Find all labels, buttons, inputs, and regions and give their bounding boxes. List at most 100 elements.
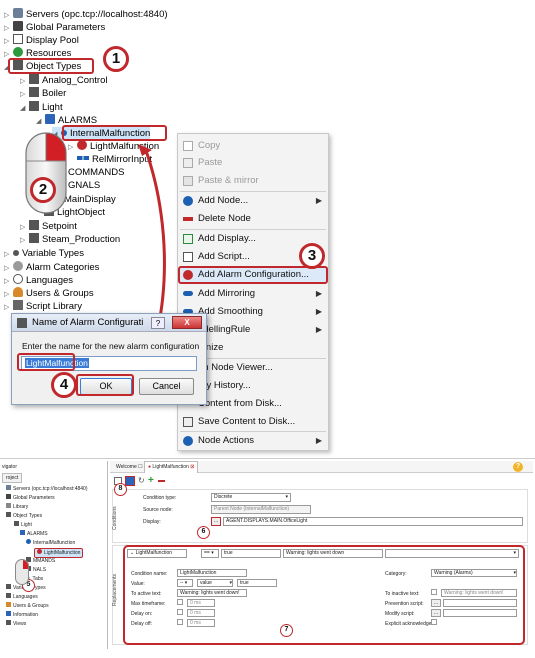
navigator-item[interactable]: NALS	[26, 566, 46, 574]
navigator-item-label: Users & Groups	[13, 603, 49, 609]
to-active-field[interactable]: Warning: lights went down!	[177, 589, 247, 597]
modify-script-field[interactable]	[443, 609, 517, 617]
tree-item-analog-control[interactable]: ▷ Analog_Control	[20, 74, 108, 87]
tree-item-light[interactable]: ◢ Light	[20, 101, 63, 114]
value-field[interactable]: true	[237, 579, 277, 587]
delay-off-field[interactable]: 0 ms	[187, 619, 215, 627]
help-icon[interactable]: ?	[513, 462, 523, 472]
navigator-item[interactable]: Light	[14, 521, 32, 529]
condition-name-field[interactable]: LightMalfunction	[177, 569, 247, 577]
tree-item-global-parameters[interactable]: ▷ Global Parameters	[4, 21, 105, 34]
max-timeframe-field[interactable]: 0 ms	[187, 599, 215, 607]
dialog-app-icon	[17, 318, 27, 328]
expand-arrow-icon[interactable]: ▷	[20, 88, 29, 101]
category-value: Warning (Alarms)	[434, 570, 473, 576]
step-badge-6: 6	[197, 526, 210, 539]
navigator-item[interactable]: Library	[6, 503, 28, 511]
tree-item-label: Light	[42, 102, 63, 113]
collapse-arrow-icon[interactable]: ◢	[20, 102, 29, 115]
navigator-item[interactable]: InternalMalfunction	[26, 539, 75, 547]
expand-arrow-icon[interactable]: ▷	[20, 234, 29, 247]
help-button[interactable]: ?	[151, 317, 165, 329]
parameters-icon	[13, 21, 23, 31]
row-value-field[interactable]: true	[221, 549, 281, 558]
navigator-item[interactable]: Views	[6, 620, 26, 628]
close-icon[interactable]: ⊠	[190, 464, 194, 470]
prevention-script-field[interactable]	[443, 599, 517, 607]
folder-icon	[45, 114, 55, 124]
menu-item-label: en Node Viewer...	[198, 362, 273, 373]
menu-item-delete-node[interactable]: Delete Node	[178, 210, 328, 227]
value-op-select[interactable]: -- ▾	[177, 579, 193, 587]
expand-arrow-icon[interactable]: ▷	[4, 248, 13, 261]
submenu-arrow-icon: ▶	[315, 325, 322, 334]
navigator-item[interactable]: ALARMS	[20, 530, 48, 538]
navigator-item-label: Object Types	[13, 513, 43, 519]
menu-item-copy[interactable]: Copy	[178, 137, 328, 154]
collapse-arrow-icon[interactable]: ⌄	[130, 550, 134, 556]
menu-item-add-mirroring[interactable]: Add Mirroring ▶	[178, 285, 328, 302]
add-icon[interactable]: +	[148, 476, 154, 486]
save-icon[interactable]	[125, 476, 135, 486]
tree-item-servers[interactable]: ▷ Servers (opc.tcp://localhost:4840)	[4, 8, 168, 21]
value-kind-select[interactable]: value ▾	[197, 579, 233, 587]
menu-item-paste-mirror[interactable]: Paste & mirror	[178, 172, 328, 189]
delay-off-checkbox[interactable]	[177, 619, 183, 625]
chevron-down-icon: ▾	[229, 580, 232, 586]
menu-item-save-content[interactable]: Save Content to Disk...	[178, 413, 328, 430]
tab-welcome[interactable]: Welcome ☐	[116, 463, 143, 471]
display-field[interactable]: AGENT.DISPLAYS.MAIN.OfficeLight	[223, 517, 523, 526]
tree-item-boiler[interactable]: ▷ Boiler	[20, 87, 66, 100]
close-button[interactable]: X	[172, 316, 202, 329]
chevron-down-icon: ▾	[513, 570, 516, 576]
chevron-down-icon: ▾	[513, 550, 516, 556]
close-icon[interactable]: ☐	[138, 464, 142, 470]
node-icon	[6, 485, 11, 490]
copy-icon	[183, 141, 193, 151]
row-name-field[interactable]: ⌄ LightMalfunction	[127, 549, 187, 558]
navigator-item[interactable]: Languages	[6, 593, 38, 601]
max-timeframe-checkbox[interactable]	[177, 599, 183, 605]
row-op-select[interactable]: == ▾	[201, 549, 219, 558]
cancel-button[interactable]: Cancel	[139, 378, 194, 395]
menu-item-paste[interactable]: Paste	[178, 154, 328, 171]
delay-on-field[interactable]: 0 ms	[187, 609, 215, 617]
navigator-item[interactable]: Global Parameters	[6, 494, 55, 502]
chevron-down-icon: ▾	[285, 494, 288, 500]
display-browse-button[interactable]: ...	[211, 517, 221, 526]
navigator-item[interactable]: Information	[6, 611, 38, 619]
delay-on-checkbox[interactable]	[177, 609, 183, 615]
menu-item-add-node[interactable]: Add Node... ▶	[178, 192, 328, 209]
prevention-script-button[interactable]: ...	[431, 599, 441, 607]
navigator-item[interactable]: Servers (opc.tcp://localhost:4840)	[6, 485, 87, 493]
navigator-item-label: Languages	[13, 594, 38, 600]
condition-name-label: Condition name:	[131, 571, 168, 577]
tab-welcome-label: Welcome	[116, 464, 137, 470]
project-tab[interactable]: roject	[2, 473, 23, 483]
highlight-internal-malfunction	[62, 125, 167, 141]
collapse-arrow-icon[interactable]: ◢	[36, 115, 45, 128]
menu-item-add-alarm-configuration[interactable]: Add Alarm Configuration...	[178, 266, 328, 284]
to-inactive-checkbox[interactable]	[431, 589, 437, 595]
modify-script-button[interactable]: ...	[431, 609, 441, 617]
display-label: Display:	[143, 519, 161, 525]
editor-toolbar: ↻ +	[114, 476, 194, 486]
navigator-item[interactable]: Object Types	[6, 512, 42, 520]
condition-type-select[interactable]: Discrete ▾	[211, 493, 291, 502]
tree-item-display-pool[interactable]: ▷ Display Pool	[4, 34, 79, 47]
remove-icon[interactable]	[158, 480, 165, 482]
row-extra-field[interactable]: ▾	[385, 549, 519, 558]
row-text-field[interactable]: Warning: lights went down	[283, 549, 383, 558]
node-icon	[6, 503, 11, 508]
navigator-item-label: Servers (opc.tcp://localhost:4840)	[13, 486, 88, 492]
refresh-icon[interactable]: ↻	[138, 477, 145, 485]
tab-light-malfunction[interactable]: ● LightMalfunction ⊠	[144, 461, 199, 473]
menu-item-node-actions[interactable]: Node Actions ▶	[178, 432, 328, 449]
to-inactive-field[interactable]: Warning: lights went down!	[441, 589, 517, 597]
navigator-item[interactable]: MMANDS	[26, 557, 55, 565]
navigator-item[interactable]: Users & Groups	[6, 602, 49, 610]
explicit-acknowledge-checkbox[interactable]	[431, 619, 437, 625]
menu-item-label: Copy	[198, 140, 221, 151]
category-select[interactable]: Warning (Alarms) ▾	[431, 569, 517, 577]
replacements-group: Replacements ⌄ LightMalfunction == ▾ tru…	[112, 545, 528, 645]
